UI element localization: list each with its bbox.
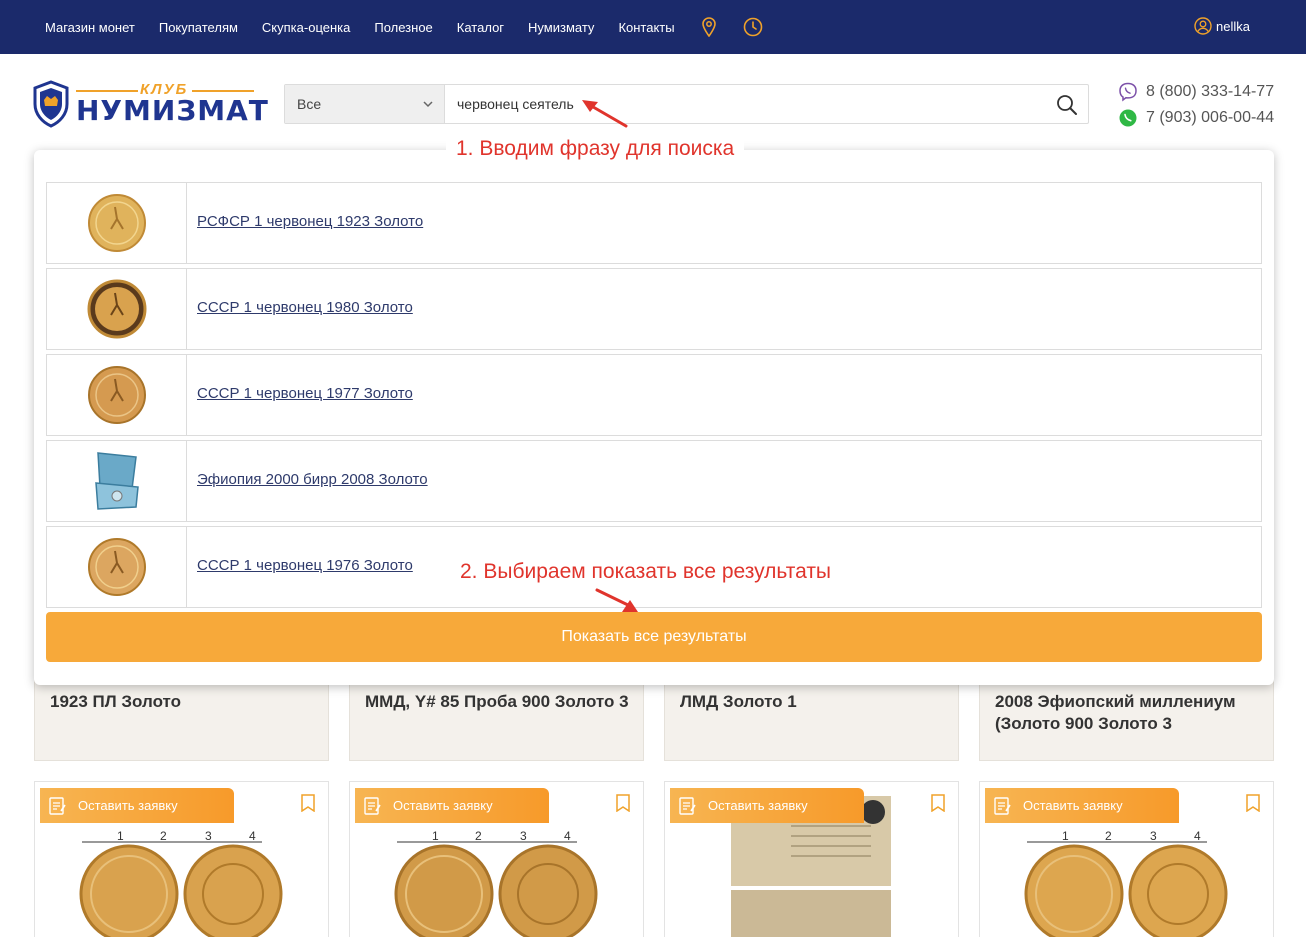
request-badge-label: Оставить заявку (78, 798, 178, 813)
svg-text:1: 1 (432, 830, 439, 843)
clock-icon[interactable] (743, 17, 763, 37)
site-logo[interactable]: КЛУБ НУМИЗМАТ (32, 80, 268, 130)
logo-line-left (76, 90, 138, 92)
user-icon (1194, 17, 1212, 35)
result-link[interactable]: Эфиопия 2000 бирр 2008 Золото (197, 471, 428, 488)
request-badge-button[interactable]: Оставить заявку (670, 788, 864, 823)
top-nav: Магазин монет Покупателям Скупка-оценка … (0, 0, 1306, 54)
request-badge-label: Оставить заявку (708, 798, 808, 813)
menu-item-buyers[interactable]: Покупателям (159, 20, 238, 35)
search-category-value: Все (297, 96, 322, 112)
result-link[interactable]: РСФСР 1 червонец 1923 Золото (197, 213, 423, 230)
annotation-step-1: 1. Вводим фразу для поиска (446, 137, 745, 161)
search-results-dropdown: РСФСР 1 червонец 1923 Золото СССР 1 черв… (34, 150, 1274, 685)
result-link[interactable]: СССР 1 червонец 1977 Золото (197, 385, 413, 402)
request-badge-label: Оставить заявку (1023, 798, 1123, 813)
show-all-results-button[interactable]: Показать все результаты (46, 612, 1262, 662)
phone-number-1: 8 (800) 333-14-77 (1146, 83, 1275, 100)
svg-text:2: 2 (160, 830, 167, 843)
menu-item-buyback[interactable]: Скупка-оценка (262, 20, 350, 35)
search-result-item[interactable]: СССР 1 червонец 1980 Золото (46, 268, 1262, 350)
chevron-down-icon (423, 101, 433, 108)
svg-text:1: 1 (1062, 830, 1069, 843)
request-badge-button[interactable]: Оставить заявку (40, 788, 234, 823)
product-card-title: ЛМД Золото 1 (680, 692, 797, 711)
product-card[interactable]: Оставить заявку 1 2 3 4 (349, 781, 644, 937)
logo-line-right (192, 90, 254, 92)
request-badge-button[interactable]: Оставить заявку (355, 788, 549, 823)
phone-whatsapp[interactable]: 7 (903) 006-00-44 (1118, 105, 1274, 131)
svg-text:4: 4 (1194, 830, 1201, 843)
result-thumbnail (47, 441, 187, 521)
annotation-arrow-1 (582, 100, 628, 128)
svg-text:2: 2 (1105, 830, 1112, 843)
bookmark-icon[interactable] (615, 794, 631, 812)
result-thumbnail (47, 355, 187, 435)
location-pin-icon[interactable] (699, 17, 719, 37)
request-form-icon (49, 796, 66, 815)
logo-name-text: НУМИЗМАТ (76, 94, 269, 127)
svg-text:3: 3 (205, 830, 212, 843)
product-card-title: 1923 ПЛ Золото (50, 692, 182, 711)
product-card-title: ММД, Y# 85 Проба 900 Золото 3 (365, 692, 629, 711)
search-category-select[interactable]: Все (285, 85, 445, 123)
product-card[interactable]: Оставить заявку (664, 781, 959, 937)
gold-coin-icon (87, 194, 146, 252)
result-thumbnail (47, 269, 187, 349)
menu-item-contacts[interactable]: Контакты (618, 20, 674, 35)
user-account[interactable]: nellka (1194, 17, 1250, 35)
whatsapp-icon (1119, 109, 1137, 127)
menu-item-numismatist[interactable]: Нумизмату (528, 20, 594, 35)
search-input[interactable]: червонец сеятель (457, 96, 574, 112)
search-result-item[interactable]: СССР 1 червонец 1977 Золото (46, 354, 1262, 436)
main-menu: Магазин монет Покупателям Скупка-оценка … (45, 0, 763, 54)
bookmark-icon[interactable] (1245, 794, 1261, 812)
request-badge-button[interactable]: Оставить заявку (985, 788, 1179, 823)
coin-box-icon (94, 452, 139, 510)
phone-number-2: 7 (903) 006-00-44 (1146, 109, 1275, 126)
coin-pair-image: 1 2 3 4 (1024, 830, 1228, 937)
bookmark-icon[interactable] (300, 794, 316, 812)
request-form-icon (364, 796, 381, 815)
result-link[interactable]: СССР 1 червонец 1980 Золото (197, 299, 413, 316)
contact-phones: 8 (800) 333-14-77 7 (903) 006-00-44 (1118, 79, 1274, 131)
result-link[interactable]: СССР 1 червонец 1976 Золото (197, 557, 413, 574)
request-badge-label: Оставить заявку (393, 798, 493, 813)
svg-text:3: 3 (1150, 830, 1157, 843)
product-card[interactable]: Оставить заявку 1 2 3 4 (34, 781, 329, 937)
coin-pair-image: 1 2 3 4 (79, 830, 283, 937)
search-icon[interactable] (1056, 94, 1078, 116)
svg-text:4: 4 (564, 830, 571, 843)
gold-coin-dark-icon (87, 279, 146, 339)
result-thumbnail (47, 527, 187, 607)
annotation-arrow-2 (595, 588, 638, 612)
menu-item-coin-shop[interactable]: Магазин монет (45, 20, 135, 35)
bookmark-icon[interactable] (930, 794, 946, 812)
menu-item-useful[interactable]: Полезное (374, 20, 432, 35)
annotation-step-2: 2. Выбираем показать все результаты (460, 560, 832, 583)
shield-logo-icon (33, 80, 69, 128)
search-bar: Все червонец сеятель (284, 84, 1089, 124)
result-thumbnail (47, 183, 187, 263)
request-form-icon (679, 796, 696, 815)
svg-text:4: 4 (249, 830, 256, 843)
search-result-item[interactable]: Эфиопия 2000 бирр 2008 Золото (46, 440, 1262, 522)
viber-icon (1119, 82, 1137, 102)
phone-viber[interactable]: 8 (800) 333-14-77 (1118, 79, 1274, 105)
svg-text:3: 3 (520, 830, 527, 843)
request-form-icon (994, 796, 1011, 815)
product-card-title: 2008 Эфиопский миллениум (Золото 900 Зол… (995, 692, 1236, 733)
svg-text:2: 2 (475, 830, 482, 843)
svg-text:1: 1 (117, 830, 124, 843)
gold-coin-icon (87, 538, 146, 596)
coin-pair-image: 1 2 3 4 (394, 830, 598, 937)
menu-item-catalog[interactable]: Каталог (457, 20, 504, 35)
search-result-item[interactable]: РСФСР 1 червонец 1923 Золото (46, 182, 1262, 264)
gold-coin-icon (87, 366, 146, 424)
product-card[interactable]: Оставить заявку 1 2 3 4 (979, 781, 1274, 937)
username: nellka (1216, 18, 1250, 34)
